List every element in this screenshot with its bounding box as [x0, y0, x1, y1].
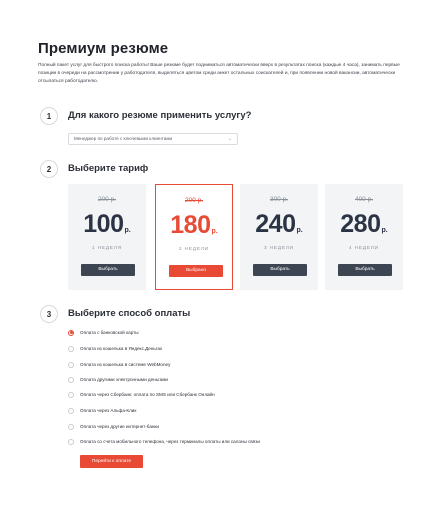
page-title: Премиум резюме: [38, 40, 169, 57]
chevron-down-icon: ⌄: [227, 136, 232, 142]
plan-card-4-weeks[interactable]: 400 р. 280р. 4 НЕДЕЛИ Выбрать: [325, 184, 403, 290]
payment-option-mobile[interactable]: Оплата со счета мобильного телефона, чер…: [68, 437, 260, 446]
radio-button[interactable]: [68, 361, 74, 368]
resume-select-value: Менеджер по работе с ключевыми клиентами: [74, 136, 173, 141]
radio-button[interactable]: [68, 376, 74, 383]
payment-option-label: Оплата из кошелька в Яндекс.Деньгах: [80, 346, 163, 351]
payment-option-emoney[interactable]: Оплата другими электронными деньгами: [68, 375, 168, 384]
payment-option-label: Оплата через Альфа-Клик: [80, 408, 137, 413]
payment-option-other-banks[interactable]: Оплата через другие интернет-банки: [68, 422, 159, 431]
plan-old-price: 200 р.: [184, 197, 204, 204]
radio-button[interactable]: [68, 391, 74, 398]
proceed-to-payment-button[interactable]: Перейти к оплате: [80, 455, 143, 468]
radio-button[interactable]: [68, 438, 74, 445]
step-1-title: Для какого резюме применить услугу?: [68, 110, 252, 121]
plan-term: 4 НЕДЕЛИ: [349, 245, 379, 250]
plan-term: 3 НЕДЕЛИ: [264, 245, 294, 250]
radio-button[interactable]: [68, 407, 74, 414]
payment-option-sberbank[interactable]: Оплата через Сбербанк: оплата по SMS или…: [68, 390, 215, 399]
plan-price: 100р.: [83, 210, 131, 238]
payment-option-label: Оплата через другие интернет-банки: [80, 424, 160, 429]
plan-price: 240р.: [255, 210, 303, 238]
payment-option-label: Оплата с банковской карты: [80, 330, 139, 335]
plan-card-1-week[interactable]: 200 р. 100р. 1 НЕДЕЛЯ Выбрать: [68, 184, 146, 290]
payment-option-label: Оплата со счета мобильного телефона, чер…: [80, 439, 260, 444]
payment-option-alfa[interactable]: Оплата через Альфа-Клик: [68, 406, 136, 415]
plan-term: 2 НЕДЕЛИ: [179, 246, 209, 251]
plan-card-2-weeks[interactable]: 200 р. 180р. 2 НЕДЕЛИ Выбрано: [155, 184, 233, 290]
step-3-title: Выберите способ оплаты: [68, 308, 191, 319]
plan-price: 180р.: [170, 211, 218, 239]
step-2-title: Выберите тариф: [68, 163, 149, 174]
resume-select[interactable]: Менеджер по работе с ключевыми клиентами…: [68, 133, 238, 145]
payment-option-label: Оплата через Сбербанк: оплата по SMS или…: [80, 392, 215, 397]
radio-button[interactable]: [68, 423, 74, 430]
payment-option-card[interactable]: Оплата с банковской карты: [68, 328, 139, 337]
radio-button[interactable]: [68, 329, 74, 336]
radio-button[interactable]: [68, 345, 74, 352]
payment-option-yandex[interactable]: Оплата из кошелька в Яндекс.Деньгах: [68, 344, 162, 353]
step-3-number: 3: [40, 305, 58, 323]
payment-option-webmoney[interactable]: Оплата из кошелька в системе WebMoney: [68, 360, 170, 369]
plan-price: 280р.: [340, 210, 388, 238]
plan-old-price: 200 р.: [97, 196, 117, 203]
plan-card-3-weeks[interactable]: 300 р. 240р. 3 НЕДЕЛИ Выбрать: [240, 184, 318, 290]
plan-old-price: 300 р.: [269, 196, 289, 203]
plan-term: 1 НЕДЕЛЯ: [92, 245, 122, 250]
choose-plan-button[interactable]: Выбрать: [338, 264, 392, 276]
chosen-plan-button[interactable]: Выбрано: [169, 265, 223, 277]
step-1-number: 1: [40, 107, 58, 125]
plan-old-price: 400 р.: [354, 196, 374, 203]
payment-option-label: Оплата другими электронными деньгами: [80, 377, 168, 382]
step-2-number: 2: [40, 160, 58, 178]
choose-plan-button[interactable]: Выбрать: [253, 264, 307, 276]
choose-plan-button[interactable]: Выбрать: [81, 264, 135, 276]
payment-option-label: Оплата из кошелька в системе WebMoney: [80, 362, 171, 367]
intro-text: Полный пакет услуг для быстрого поиска р…: [38, 63, 400, 84]
